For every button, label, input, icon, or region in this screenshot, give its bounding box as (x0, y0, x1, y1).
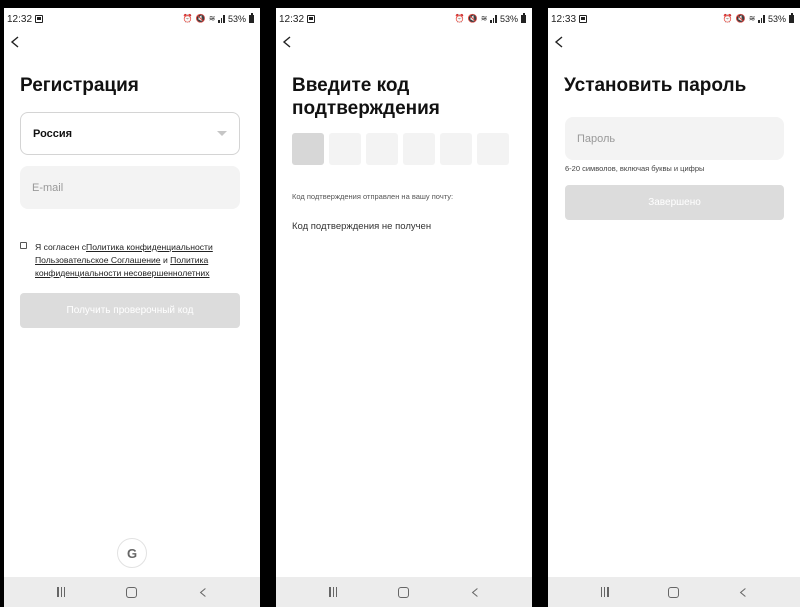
signal-icon (218, 15, 225, 23)
wifi-icon: ≋ (208, 14, 216, 23)
code-digit-box[interactable] (477, 133, 509, 165)
finish-button[interactable]: Завершено (565, 185, 784, 220)
recent-apps-icon[interactable] (321, 580, 345, 604)
agreement-block: Я согласен сПолитика конфиденциальности … (20, 241, 244, 280)
google-icon[interactable]: G (117, 538, 147, 568)
page-title: Регистрация (20, 75, 139, 96)
agree-prefix: Я согласен с (35, 242, 87, 252)
alarm-icon: ⏰ (182, 14, 193, 23)
wifi-icon: ≋ (748, 14, 756, 23)
country-select[interactable]: Россия (20, 112, 240, 155)
password-hint: 6-20 символов, включая буквы и цифры (565, 164, 705, 173)
code-not-received-link[interactable]: Код подтверждения не получен (292, 221, 431, 232)
password-field[interactable]: Пароль (565, 117, 784, 160)
wifi-icon: ≋ (480, 14, 488, 23)
mute-icon: 🔇 (735, 14, 746, 23)
code-digit-box[interactable] (440, 133, 472, 165)
verification-code-screen: 12:32 ⏰ 🔇 ≋ 53% Введите код подтверждени… (276, 8, 532, 607)
status-bar: 12:32 ⏰ 🔇 ≋ 53% (276, 8, 532, 30)
battery-percent: 53% (227, 14, 246, 24)
home-icon[interactable] (120, 580, 144, 604)
nav-back-icon[interactable] (731, 580, 755, 604)
notification-icon (35, 15, 44, 23)
code-digit-box[interactable] (403, 133, 435, 165)
back-icon[interactable] (551, 34, 567, 50)
back-icon[interactable] (7, 34, 23, 50)
system-nav-bar (276, 577, 532, 607)
battery-icon (789, 13, 794, 23)
code-input[interactable] (292, 133, 512, 165)
privacy-policy-link[interactable]: Политика конфиденциальности (86, 242, 213, 252)
country-value: Россия (33, 127, 73, 140)
password-placeholder: Пароль (577, 132, 616, 145)
status-bar: 12:33 ⏰ 🔇 ≋ 53% (548, 8, 800, 30)
battery-icon (249, 13, 254, 23)
alarm-icon: ⏰ (722, 14, 733, 23)
agree-and: и (160, 255, 171, 265)
recent-apps-icon[interactable] (49, 580, 73, 604)
notification-icon (307, 15, 316, 23)
status-time: 12:33 (551, 13, 577, 25)
code-digit-box[interactable] (292, 133, 324, 165)
nav-back-icon[interactable] (463, 580, 487, 604)
mute-icon: 🔇 (467, 14, 478, 23)
back-icon[interactable] (279, 34, 295, 50)
signal-icon (758, 15, 765, 23)
home-icon[interactable] (662, 580, 686, 604)
notification-icon (579, 15, 588, 23)
system-nav-bar (548, 577, 800, 607)
code-digit-box[interactable] (366, 133, 398, 165)
code-sent-text: Код подтверждения отправлен на вашу почт… (292, 192, 454, 201)
page-title: Установить пароль (564, 75, 747, 96)
signal-icon (490, 15, 497, 23)
chevron-down-icon (217, 131, 227, 136)
battery-percent: 53% (767, 14, 786, 24)
alarm-icon: ⏰ (454, 14, 465, 23)
status-bar: 12:32 ⏰ 🔇 ≋ 53% (4, 8, 260, 30)
screenshot-canvas: 12:32 ⏰ 🔇 ≋ 53% Регистрация Россия E-mai… (0, 0, 800, 607)
status-time: 12:32 (279, 13, 305, 25)
mute-icon: 🔇 (195, 14, 206, 23)
registration-screen: 12:32 ⏰ 🔇 ≋ 53% Регистрация Россия E-mai… (4, 8, 260, 607)
terms-link[interactable]: Пользовательское Соглашение (35, 255, 161, 265)
get-code-button[interactable]: Получить проверочный код (20, 293, 240, 328)
email-placeholder: E-mail (32, 181, 64, 194)
email-field[interactable]: E-mail (20, 166, 240, 209)
status-time: 12:32 (7, 13, 33, 25)
set-password-screen: 12:33 ⏰ 🔇 ≋ 53% Установить пароль Пароль… (548, 8, 800, 607)
code-digit-box[interactable] (329, 133, 361, 165)
nav-back-icon[interactable] (191, 580, 215, 604)
home-icon[interactable] (392, 580, 416, 604)
battery-icon (521, 13, 526, 23)
recent-apps-icon[interactable] (593, 580, 617, 604)
agree-checkbox[interactable] (20, 242, 27, 249)
page-title: Введите код подтверждения (292, 75, 440, 119)
battery-percent: 53% (499, 14, 518, 24)
system-nav-bar (4, 577, 260, 607)
